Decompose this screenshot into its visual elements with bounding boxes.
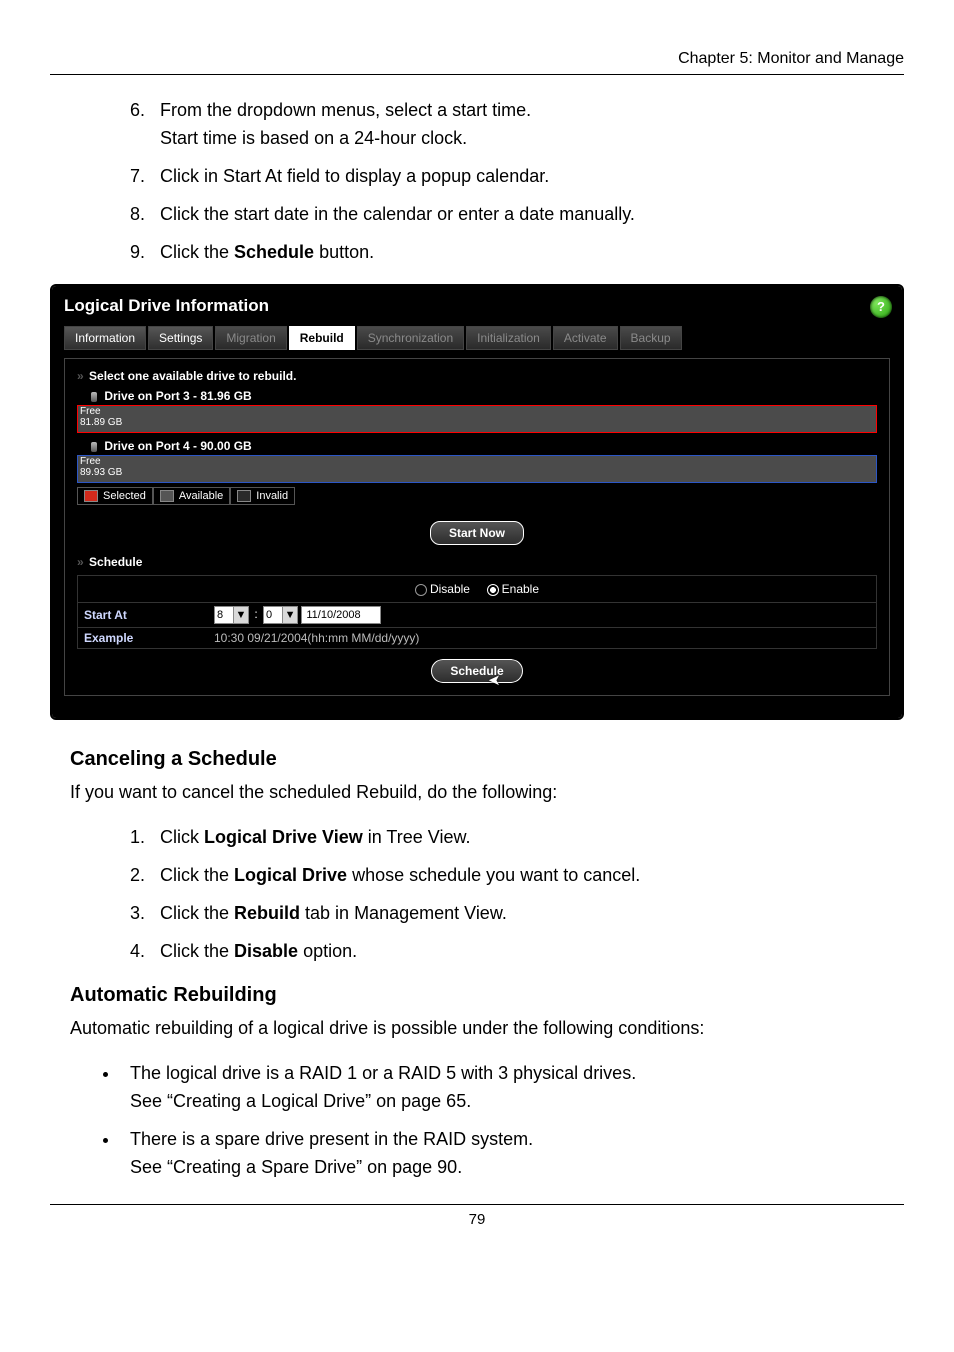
chevron-down-icon: ▼ [282, 607, 297, 623]
cancel-intro: If you want to cancel the scheduled Rebu… [50, 779, 904, 806]
drive3-free: Free81.89 GB [78, 406, 124, 429]
time-colon: : [252, 607, 259, 621]
step-6: From the dropdown menus, select a start … [150, 97, 904, 153]
cancel-steps: Click Logical Drive View in Tree View. C… [50, 824, 904, 966]
example-label: Example [78, 628, 208, 648]
example-value: 10:30 09/21/2004(hh:mm MM/dd/yyyy) [208, 628, 876, 648]
cancel-step-1: Click Logical Drive View in Tree View. [150, 824, 904, 852]
step-7: Click in Start At field to display a pop… [150, 163, 904, 191]
start-now-button[interactable]: Start Now [430, 521, 524, 545]
cursor-icon: ➤ [488, 671, 501, 689]
tab-activate: Activate [553, 326, 618, 350]
tab-synchronization: Synchronization [357, 326, 464, 350]
auto-bullet-2: There is a spare drive present in the RA… [120, 1126, 904, 1182]
step-text: Click the [160, 242, 234, 262]
auto-bullets: The logical drive is a RAID 1 or a RAID … [50, 1060, 904, 1182]
legend-available: Available [153, 487, 230, 505]
chevron-down-icon: » [77, 369, 82, 383]
start-at-row: Start At 8▼ : 0▼ 11/10/2008 [77, 603, 877, 628]
schedule-title: Schedule [89, 555, 142, 569]
cancel-step-2: Click the Logical Drive whose schedule y… [150, 862, 904, 890]
running-head: Chapter 5: Monitor and Manage [50, 50, 904, 68]
date-input[interactable]: 11/10/2008 [301, 606, 381, 624]
drive-icon [91, 442, 97, 452]
step-text: button. [314, 242, 374, 262]
page-number: 79 [469, 1211, 486, 1228]
example-row: Example 10:30 09/21/2004(hh:mm MM/dd/yyy… [77, 628, 877, 649]
drive-icon [91, 392, 97, 402]
schedule-radio-group: Disable Enable [77, 575, 877, 603]
schedule-button[interactable]: Schedule [431, 659, 522, 683]
schedule-section-label: » Schedule [77, 555, 877, 569]
legend: Selected Available Invalid [77, 487, 877, 505]
chevron-down-icon: » [77, 555, 82, 569]
hour-dropdown[interactable]: 8▼ [214, 606, 249, 624]
drive4-free: Free89.93 GB [78, 456, 124, 479]
swatch-invalid-icon [237, 490, 251, 502]
screenshot-frame: ? Logical Drive Information Information … [50, 284, 904, 720]
radio-enable-label: Enable [502, 582, 539, 596]
step-text: Start time is based on a 24-hour clock. [160, 128, 467, 148]
legend-selected: Selected [77, 487, 153, 505]
auto-intro: Automatic rebuilding of a logical drive … [50, 1015, 904, 1042]
swatch-available-icon [160, 490, 174, 502]
legend-invalid: Invalid [230, 487, 295, 505]
drive4-title: Drive on Port 4 - 90.00 GB [104, 439, 251, 453]
drive4-bar[interactable]: Free89.93 GB [77, 455, 877, 483]
tab-backup: Backup [620, 326, 682, 350]
tab-initialization: Initialization [466, 326, 551, 350]
minute-dropdown[interactable]: 0▼ [263, 606, 298, 624]
tab-bar: Information Settings Migration Rebuild S… [64, 326, 890, 350]
step-text: Click the start date in the calendar or … [160, 204, 635, 224]
radio-disable[interactable] [415, 584, 427, 596]
panel-title: Logical Drive Information [64, 296, 890, 316]
tab-settings[interactable]: Settings [148, 326, 213, 350]
drive3-label: Drive on Port 3 - 81.96 GB [91, 389, 877, 403]
rebuild-panel: » Select one available drive to rebuild.… [64, 358, 890, 696]
schedule-button-highlight: Schedule ➤ [431, 659, 522, 683]
drive4-label: Drive on Port 4 - 90.00 GB [91, 439, 877, 453]
chevron-down-icon: ▼ [233, 607, 248, 623]
select-drive-text: Select one available drive to rebuild. [89, 369, 296, 383]
cancel-step-4: Click the Disable option. [150, 938, 904, 966]
start-at-label: Start At [78, 605, 208, 625]
cancel-step-3: Click the Rebuild tab in Management View… [150, 900, 904, 928]
step-text: From the dropdown menus, select a start … [160, 100, 531, 120]
head-rule [50, 74, 904, 75]
tab-rebuild[interactable]: Rebuild [289, 326, 355, 350]
instruction-steps: From the dropdown menus, select a start … [50, 97, 904, 266]
select-drive-label: » Select one available drive to rebuild. [77, 369, 877, 383]
page-footer: 79 [50, 1204, 904, 1228]
step-8: Click the start date in the calendar or … [150, 201, 904, 229]
tab-migration: Migration [215, 326, 286, 350]
auto-heading: Automatic Rebuilding [50, 984, 904, 1007]
step-9: Click the Schedule button. [150, 239, 904, 267]
drive3-bar[interactable]: Free81.89 GB [77, 405, 877, 433]
drive3-title: Drive on Port 3 - 81.96 GB [104, 389, 251, 403]
swatch-selected-icon [84, 490, 98, 502]
auto-bullet-1: The logical drive is a RAID 1 or a RAID … [120, 1060, 904, 1116]
step-text: Click in Start At field to display a pop… [160, 166, 549, 186]
radio-enable[interactable] [487, 584, 499, 596]
radio-disable-label: Disable [430, 582, 470, 596]
cancel-heading: Canceling a Schedule [50, 748, 904, 771]
step-bold: Schedule [234, 242, 314, 262]
tab-information[interactable]: Information [64, 326, 146, 350]
